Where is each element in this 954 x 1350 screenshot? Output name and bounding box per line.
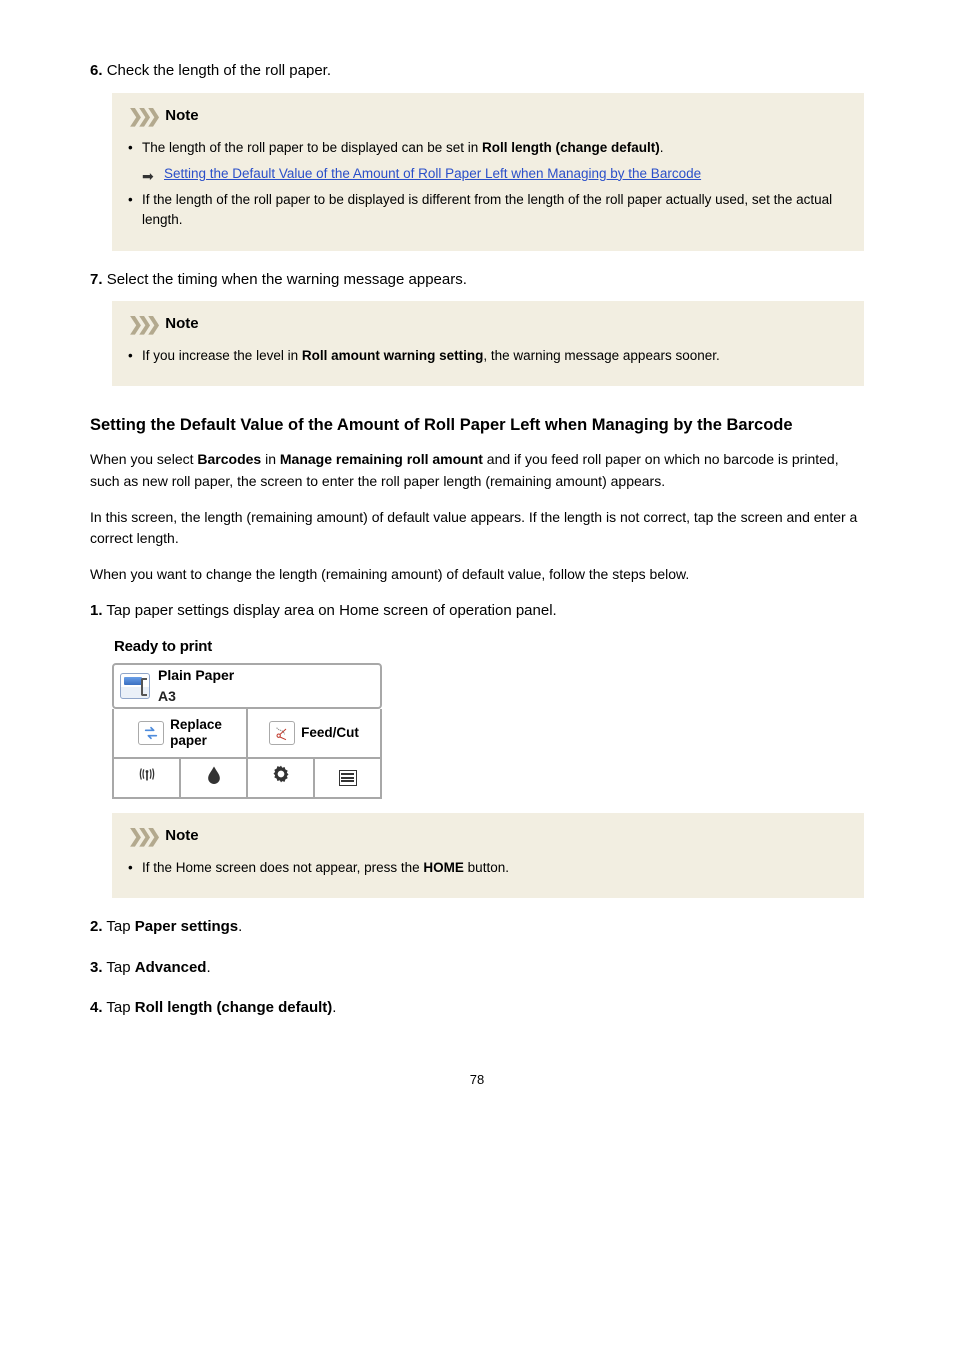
substep-4: 4. Tap Roll length (change default). bbox=[90, 997, 864, 1020]
note-bold-fragment: Roll length (change default) bbox=[482, 140, 660, 155]
ink-drop-icon bbox=[204, 764, 224, 792]
note-label: Note bbox=[165, 825, 198, 848]
text-fragment: . bbox=[238, 918, 242, 935]
note-text-fragment: The length of the roll paper to be displ… bbox=[142, 140, 482, 155]
substep-4-number: 4. bbox=[90, 999, 103, 1016]
paragraph-2: In this screen, the length (remaining am… bbox=[90, 507, 864, 550]
text-fragment: Tap bbox=[106, 999, 134, 1016]
text-fragment: Tap bbox=[106, 959, 134, 976]
paper-settings-area[interactable]: Plain Paper A3 bbox=[112, 663, 382, 709]
paragraph-1: When you select Barcodes in Manage remai… bbox=[90, 449, 864, 492]
step-6-note-item-1: The length of the roll paper to be displ… bbox=[128, 138, 848, 185]
note-chevron-icon: ❯❯❯ bbox=[128, 823, 155, 850]
operation-panel-screenshot: Ready to print Plain Paper A3 Replacepap… bbox=[112, 632, 382, 799]
note-title: ❯❯❯ Note bbox=[128, 311, 848, 338]
ink-button[interactable] bbox=[181, 759, 248, 799]
text-fragment: . bbox=[332, 999, 336, 1016]
bold-fragment: Manage remaining roll amount bbox=[280, 451, 483, 467]
step-7-number: 7. bbox=[90, 271, 103, 288]
wifi-icon bbox=[137, 764, 157, 792]
step-6: 6. Check the length of the roll paper. ❯… bbox=[90, 60, 864, 251]
substep-1-note: ❯❯❯ Note If the Home screen does not app… bbox=[112, 813, 864, 898]
roll-paper-icon bbox=[120, 673, 150, 699]
bold-fragment: Paper settings bbox=[135, 918, 238, 935]
step-7-text: Select the timing when the warning messa… bbox=[107, 271, 467, 288]
text-fragment: . bbox=[206, 959, 210, 976]
page-number: 78 bbox=[90, 1070, 864, 1090]
substep-3-number: 3. bbox=[90, 959, 103, 976]
step-7-head: 7. Select the timing when the warning me… bbox=[90, 269, 864, 292]
substep-2: 2. Tap Paper settings. bbox=[90, 916, 864, 939]
substep-2-number: 2. bbox=[90, 918, 103, 935]
substep-1: 1. Tap paper settings display area on Ho… bbox=[90, 600, 864, 898]
step-6-note: ❯❯❯ Note The length of the roll paper to… bbox=[112, 93, 864, 251]
paper-size: A3 bbox=[158, 686, 234, 707]
note-text-fragment: button. bbox=[464, 860, 509, 875]
bold-fragment: Roll length (change default) bbox=[135, 999, 333, 1016]
step-6-number: 6. bbox=[90, 62, 103, 79]
note-text-fragment: . bbox=[660, 140, 664, 155]
list-icon bbox=[339, 770, 357, 786]
arrow-right-icon: ➡ bbox=[142, 166, 154, 187]
substep-2-head: 2. Tap Paper settings. bbox=[90, 916, 864, 939]
text-fragment: in bbox=[261, 451, 280, 467]
substep-3: 3. Tap Advanced. bbox=[90, 957, 864, 980]
jobs-button[interactable] bbox=[315, 759, 382, 799]
substep-1-head: 1. Tap paper settings display area on Ho… bbox=[90, 600, 864, 623]
step-6-text: Check the length of the roll paper. bbox=[107, 62, 331, 79]
section-heading: Setting the Default Value of the Amount … bbox=[90, 414, 864, 437]
note-label: Note bbox=[165, 105, 198, 128]
status-ready: Ready to print bbox=[112, 632, 382, 663]
substep-1-note-item: If the Home screen does not appear, pres… bbox=[128, 858, 848, 878]
note-bold-fragment: HOME bbox=[423, 860, 464, 875]
feed-cut-label: Feed/Cut bbox=[301, 725, 359, 741]
settings-button[interactable] bbox=[248, 759, 315, 799]
note-title: ❯❯❯ Note bbox=[128, 823, 848, 850]
step-7: 7. Select the timing when the warning me… bbox=[90, 269, 864, 387]
feed-cut-icon bbox=[269, 721, 295, 745]
note-bold-fragment: Roll amount warning setting bbox=[302, 348, 484, 363]
gear-icon bbox=[271, 764, 291, 792]
bold-fragment: Barcodes bbox=[197, 451, 261, 467]
replace-paper-button[interactable]: Replacepaper bbox=[112, 709, 246, 759]
note-title: ❯❯❯ Note bbox=[128, 103, 848, 130]
step-6-sublink-item: ➡ Setting the Default Value of the Amoun… bbox=[142, 164, 848, 184]
paper-type: Plain Paper bbox=[158, 665, 234, 686]
replace-label: Replacepaper bbox=[170, 717, 222, 748]
step-6-note-item-2: If the length of the roll paper to be di… bbox=[128, 190, 848, 231]
paper-info: Plain Paper A3 bbox=[158, 665, 234, 707]
note-chevron-icon: ❯❯❯ bbox=[128, 103, 155, 130]
step-6-head: 6. Check the length of the roll paper. bbox=[90, 60, 864, 83]
note-chevron-icon: ❯❯❯ bbox=[128, 311, 155, 338]
barcode-default-link[interactable]: Setting the Default Value of the Amount … bbox=[164, 166, 701, 181]
replace-icon bbox=[138, 721, 164, 745]
bold-fragment: Advanced bbox=[135, 959, 207, 976]
substep-1-number: 1. bbox=[90, 602, 103, 619]
paragraph-3: When you want to change the length (rema… bbox=[90, 564, 864, 586]
substep-1-text: Tap paper settings display area on Home … bbox=[106, 602, 556, 619]
step-7-note-item-1: If you increase the level in Roll amount… bbox=[128, 346, 848, 366]
step-7-note: ❯❯❯ Note If you increase the level in Ro… bbox=[112, 301, 864, 386]
text-fragment: Tap bbox=[106, 918, 134, 935]
wifi-button[interactable] bbox=[112, 759, 181, 799]
note-text-fragment: If you increase the level in bbox=[142, 348, 302, 363]
text-fragment: When you select bbox=[90, 451, 197, 467]
note-label: Note bbox=[165, 313, 198, 336]
note-text-fragment: If the Home screen does not appear, pres… bbox=[142, 860, 423, 875]
substep-4-head: 4. Tap Roll length (change default). bbox=[90, 997, 864, 1020]
note-text-fragment: , the warning message appears sooner. bbox=[483, 348, 719, 363]
substep-3-head: 3. Tap Advanced. bbox=[90, 957, 864, 980]
feed-cut-button[interactable]: Feed/Cut bbox=[246, 709, 382, 759]
